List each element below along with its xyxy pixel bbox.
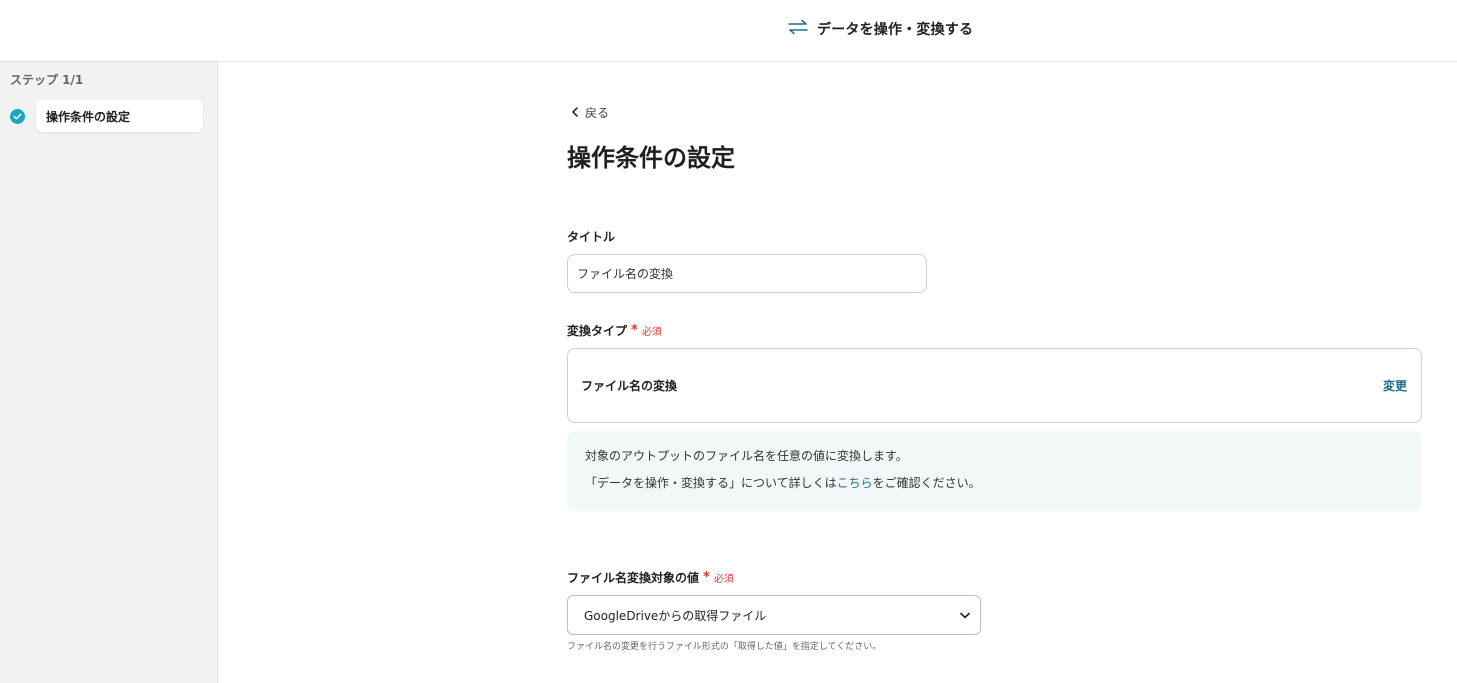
title-label-text: タイトル bbox=[567, 230, 616, 244]
chevron-left-icon bbox=[571, 106, 579, 120]
required-text: 必須 bbox=[641, 327, 662, 338]
required-asterisk: * bbox=[703, 570, 710, 585]
chevron-down-icon bbox=[960, 608, 970, 622]
conversion-type-label: 変換タイプ * 必須 bbox=[567, 322, 662, 339]
conversion-type-value: ファイル名の変換 bbox=[581, 379, 678, 393]
required-asterisk: * bbox=[631, 323, 638, 338]
details-link[interactable]: こちら bbox=[837, 476, 873, 490]
swap-arrows-icon bbox=[787, 19, 809, 39]
sidebar-step-label[interactable]: 操作条件の設定 bbox=[36, 100, 203, 132]
target-value-selected: GoogleDriveからの取得ファイル bbox=[584, 608, 767, 623]
back-label: 戻る bbox=[585, 106, 610, 120]
page-title: 操作条件の設定 bbox=[567, 144, 735, 172]
change-button[interactable]: 変更 bbox=[1383, 377, 1407, 394]
target-value-label: ファイル名変換対象の値 * 必須 bbox=[567, 569, 734, 586]
info-line-2: 「データを操作・変換する」について詳しくはこちらをご確認ください。 bbox=[585, 475, 1404, 502]
target-value-select[interactable]: GoogleDriveからの取得ファイル bbox=[567, 595, 981, 635]
info-line-1: 対象のアウトプットのファイル名を任意の値に変換します。 bbox=[585, 449, 908, 463]
top-bar: データを操作・変換する bbox=[0, 0, 1457, 62]
required-text: 必須 bbox=[713, 574, 734, 585]
header-title: データを操作・変換する bbox=[817, 22, 974, 38]
step-count: ステップ 1/1 bbox=[10, 73, 84, 87]
info-line-2-prefix: 「データを操作・変換する」について詳しくは bbox=[585, 476, 837, 490]
target-value-hint: ファイル名の変更を行うファイル形式の「取得した値」を指定してください。 bbox=[567, 642, 882, 652]
target-value-label-text: ファイル名変換対象の値 bbox=[567, 571, 700, 585]
info-box: 対象のアウトプットのファイル名を任意の値に変換します。 「データを操作・変換する… bbox=[567, 431, 1422, 511]
check-circle-icon bbox=[10, 108, 25, 124]
title-input[interactable] bbox=[567, 254, 927, 293]
back-button[interactable]: 戻る bbox=[571, 104, 609, 121]
conversion-type-label-text: 変換タイプ bbox=[567, 324, 628, 338]
info-line-2-suffix: をご確認ください。 bbox=[872, 476, 981, 490]
sidebar-step-item[interactable]: 操作条件の設定 bbox=[10, 100, 203, 132]
title-field-label: タイトル bbox=[567, 228, 615, 245]
header: データを操作・変換する bbox=[787, 18, 973, 40]
conversion-type-box: ファイル名の変換 変更 bbox=[567, 348, 1422, 423]
sidebar: ステップ 1/1 操作条件の設定 bbox=[0, 62, 218, 683]
